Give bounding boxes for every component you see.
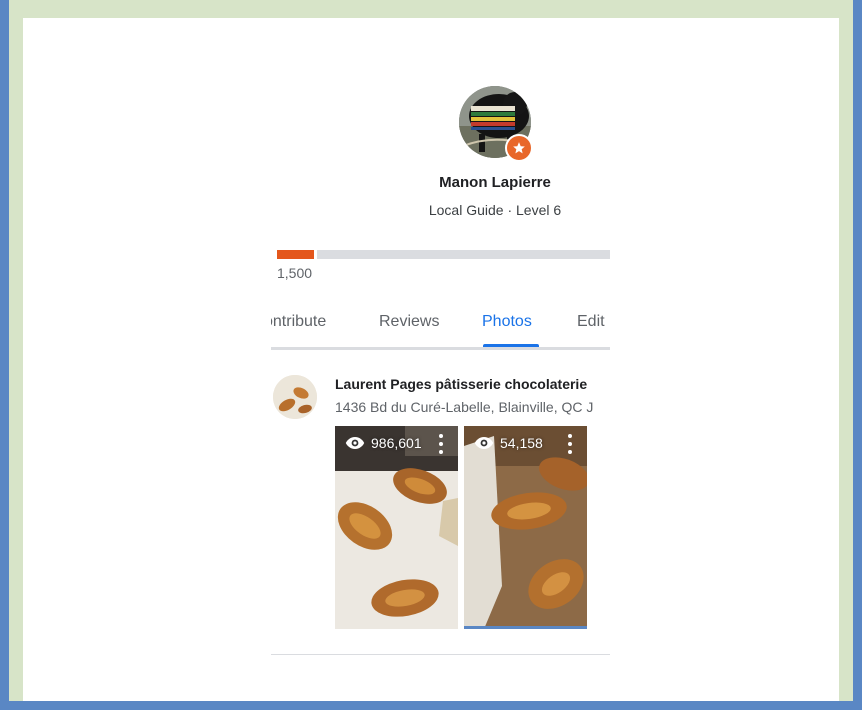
tab-contribute[interactable]: ontribute [271,313,326,331]
photo-selected-indicator [464,626,587,629]
photo-views-value: 54,158 [500,435,543,451]
section-divider [271,654,610,655]
local-guide-star-badge-icon [505,134,533,162]
more-vert-icon[interactable] [567,434,573,454]
level-progress-gap [313,250,317,259]
profile-level: Local Guide · Level 6 [428,202,562,218]
photo-tile[interactable]: 986,601 [335,426,458,629]
level-progress-label: 1,500 [277,265,313,281]
photo-tile[interactable]: 54,158 [464,426,587,629]
place-name[interactable]: Laurent Pages pâtisserie chocolaterie [335,376,613,392]
eye-icon [345,436,365,450]
level-progress-bar [277,250,610,259]
place-thumbnail[interactable] [273,375,317,419]
more-vert-icon[interactable] [438,434,444,454]
tabs-divider [271,347,610,350]
contribution-tabs: ontribute Reviews Photos Edit [271,300,610,350]
photo-view-count: 986,601 [345,435,422,451]
eye-icon [474,436,494,450]
photo-views-value: 986,601 [371,435,422,451]
tab-reviews[interactable]: Reviews [379,313,439,331]
tab-photos[interactable]: Photos [482,313,532,331]
level-progress-fill [277,250,314,259]
place-address: 1436 Bd du Curé-Labelle, Blainville, QC … [335,399,594,415]
profile-name: Manon Lapierre [439,174,551,191]
photo-view-count: 54,158 [474,435,543,451]
tab-edits[interactable]: Edit [577,313,605,331]
contributions-page: Manon Lapierre Local Guide · Level 6 1,5… [23,18,839,701]
